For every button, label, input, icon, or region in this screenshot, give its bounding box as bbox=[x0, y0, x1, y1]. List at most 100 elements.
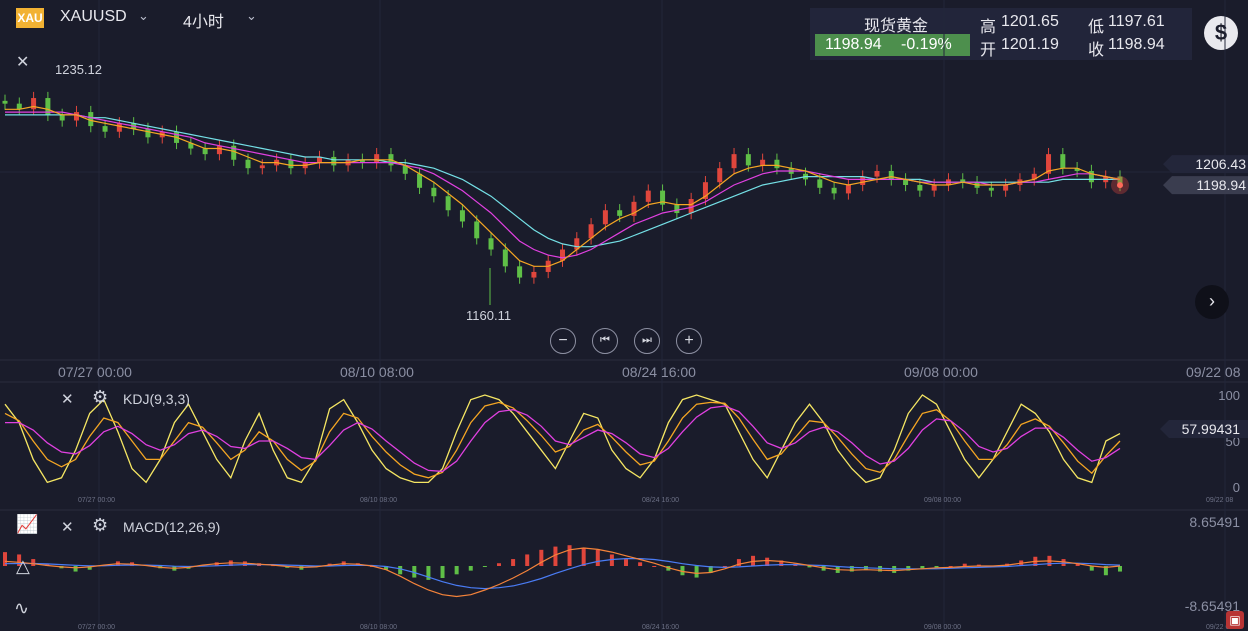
candle-body bbox=[717, 168, 723, 183]
candle-body bbox=[617, 210, 623, 216]
macd-histogram-bar bbox=[920, 566, 925, 569]
macd-histogram-bar bbox=[638, 562, 643, 566]
candle-body bbox=[888, 170, 894, 180]
macd-histogram-bar bbox=[398, 566, 403, 575]
prev-button[interactable]: ⏮ bbox=[592, 328, 618, 354]
macd-histogram-bar bbox=[525, 554, 530, 566]
macd-histogram-bar bbox=[511, 559, 516, 566]
chevron-right-icon[interactable]: › bbox=[1195, 285, 1229, 319]
candle-body bbox=[674, 204, 680, 214]
kdj-x-tick: 09/22 08 bbox=[1206, 497, 1233, 504]
macd-dif-line bbox=[4, 547, 1121, 598]
kdj-d-line bbox=[4, 401, 1121, 479]
macd-y-max: 8.65491 bbox=[1189, 514, 1240, 530]
gear-icon[interactable]: ⚙ bbox=[92, 515, 108, 536]
last-price-dot bbox=[1117, 182, 1123, 189]
close-icon[interactable]: ✕ bbox=[61, 518, 74, 536]
candle-body bbox=[31, 98, 37, 110]
macd-dea-line bbox=[4, 557, 1121, 590]
candle-body bbox=[845, 185, 851, 194]
macd-x-tick: 09/08 00:00 bbox=[924, 624, 961, 631]
candle-body bbox=[116, 123, 122, 132]
next-frame-button[interactable]: ⏭ bbox=[634, 328, 660, 354]
kdj-panel bbox=[4, 394, 1121, 484]
kdj-x-tick: 08/24 16:00 bbox=[642, 497, 679, 504]
x-tick-label: 09/22 08 bbox=[1186, 364, 1241, 380]
x-tick-label: 07/27 00:00 bbox=[58, 364, 132, 380]
kdj-x-tick: 07/27 00:00 bbox=[78, 497, 115, 504]
candle-body bbox=[374, 154, 380, 163]
x-tick-label: 08/10 08:00 bbox=[340, 364, 414, 380]
macd-x-tick: 08/24 16:00 bbox=[642, 624, 679, 631]
candle-body bbox=[259, 165, 265, 169]
candle-body bbox=[531, 271, 537, 278]
current-price-badge-text: 1198.94 bbox=[1196, 177, 1246, 193]
compass-icon[interactable]: △ bbox=[16, 556, 30, 577]
kdj-j-line bbox=[5, 405, 1121, 473]
candle-body bbox=[202, 148, 208, 155]
macd-title: MACD(12,26,9) bbox=[123, 519, 221, 535]
kdj-x-tick: 09/08 00:00 bbox=[924, 497, 961, 504]
candle-body bbox=[474, 221, 480, 239]
ma-long-line bbox=[5, 114, 1120, 248]
gear-icon[interactable]: ⚙ bbox=[92, 387, 108, 408]
candle-body bbox=[831, 187, 837, 194]
candle-body bbox=[216, 145, 222, 155]
candle-body bbox=[417, 173, 423, 188]
zoom-out-button[interactable]: − bbox=[550, 328, 576, 354]
macd-histogram-bar bbox=[440, 566, 445, 579]
candle-body bbox=[88, 112, 94, 127]
candle-body bbox=[874, 170, 880, 177]
candle-body bbox=[59, 114, 65, 121]
x-tick-label: 08/24 16:00 bbox=[622, 364, 696, 380]
reference-price-badge: 1206.43 bbox=[1163, 155, 1248, 174]
candles bbox=[2, 91, 1123, 305]
reference-price-badge-text: 1206.43 bbox=[1195, 156, 1246, 172]
macd-x-tick: 07/27 00:00 bbox=[78, 624, 115, 631]
max-price-label: 1235.12 bbox=[55, 62, 102, 77]
candle-body bbox=[145, 128, 151, 138]
candle-body bbox=[2, 100, 8, 104]
pulse-icon[interactable]: ∿ bbox=[14, 598, 29, 619]
candle-body bbox=[517, 266, 523, 278]
macd-histogram-bar bbox=[482, 566, 487, 567]
candle-body bbox=[917, 185, 923, 191]
macd-histogram-bar bbox=[581, 547, 586, 566]
kdj-x-tick: 08/10 08:00 bbox=[360, 497, 397, 504]
indicator-chart-icon[interactable]: 📈 bbox=[16, 514, 38, 535]
candle-body bbox=[1060, 154, 1066, 169]
candle-body bbox=[817, 179, 823, 188]
candle-body bbox=[731, 154, 737, 169]
candle-body bbox=[860, 176, 866, 185]
candle-body bbox=[502, 249, 508, 267]
ma-lines bbox=[5, 105, 1129, 267]
corner-icon[interactable]: ▣ bbox=[1226, 611, 1244, 629]
chart-canvas: 1206.43 1198.94 1235.12 1160.11 07/27 00:00 0… bbox=[0, 0, 1248, 631]
macd-histogram-bar bbox=[553, 546, 558, 566]
kdj-y-tick: 100 bbox=[1218, 388, 1240, 403]
candle-body bbox=[988, 187, 994, 191]
kdj-value-badge: 57.99431 bbox=[1160, 420, 1248, 438]
candle-body bbox=[745, 154, 751, 166]
macd-histogram-bar bbox=[595, 549, 600, 566]
candle-body bbox=[931, 185, 937, 191]
close-icon[interactable]: ✕ bbox=[61, 390, 74, 408]
kdj-y-tick: 0 bbox=[1233, 480, 1240, 495]
candle-body bbox=[431, 187, 437, 197]
zoom-in-button[interactable]: + bbox=[676, 328, 702, 354]
ma-mid-line bbox=[5, 111, 1121, 259]
current-price-badge: 1198.94 bbox=[1163, 176, 1248, 195]
macd-x-tick: 08/10 08:00 bbox=[360, 624, 397, 631]
candle-body bbox=[102, 126, 108, 132]
candle-body bbox=[459, 210, 465, 222]
candle-body bbox=[73, 112, 79, 121]
candle-body bbox=[774, 159, 780, 169]
macd-histogram-bar bbox=[567, 545, 572, 566]
chart-app: { "header": { "symbol_badge": "XAU", "sy… bbox=[0, 0, 1248, 631]
candle-body bbox=[688, 199, 694, 214]
kdj-title: KDJ(9,3,3) bbox=[123, 391, 190, 407]
macd-histogram-bar bbox=[496, 563, 501, 566]
candle-body bbox=[1003, 185, 1009, 191]
candle-body bbox=[245, 159, 251, 169]
macd-histogram-bar bbox=[454, 566, 459, 575]
